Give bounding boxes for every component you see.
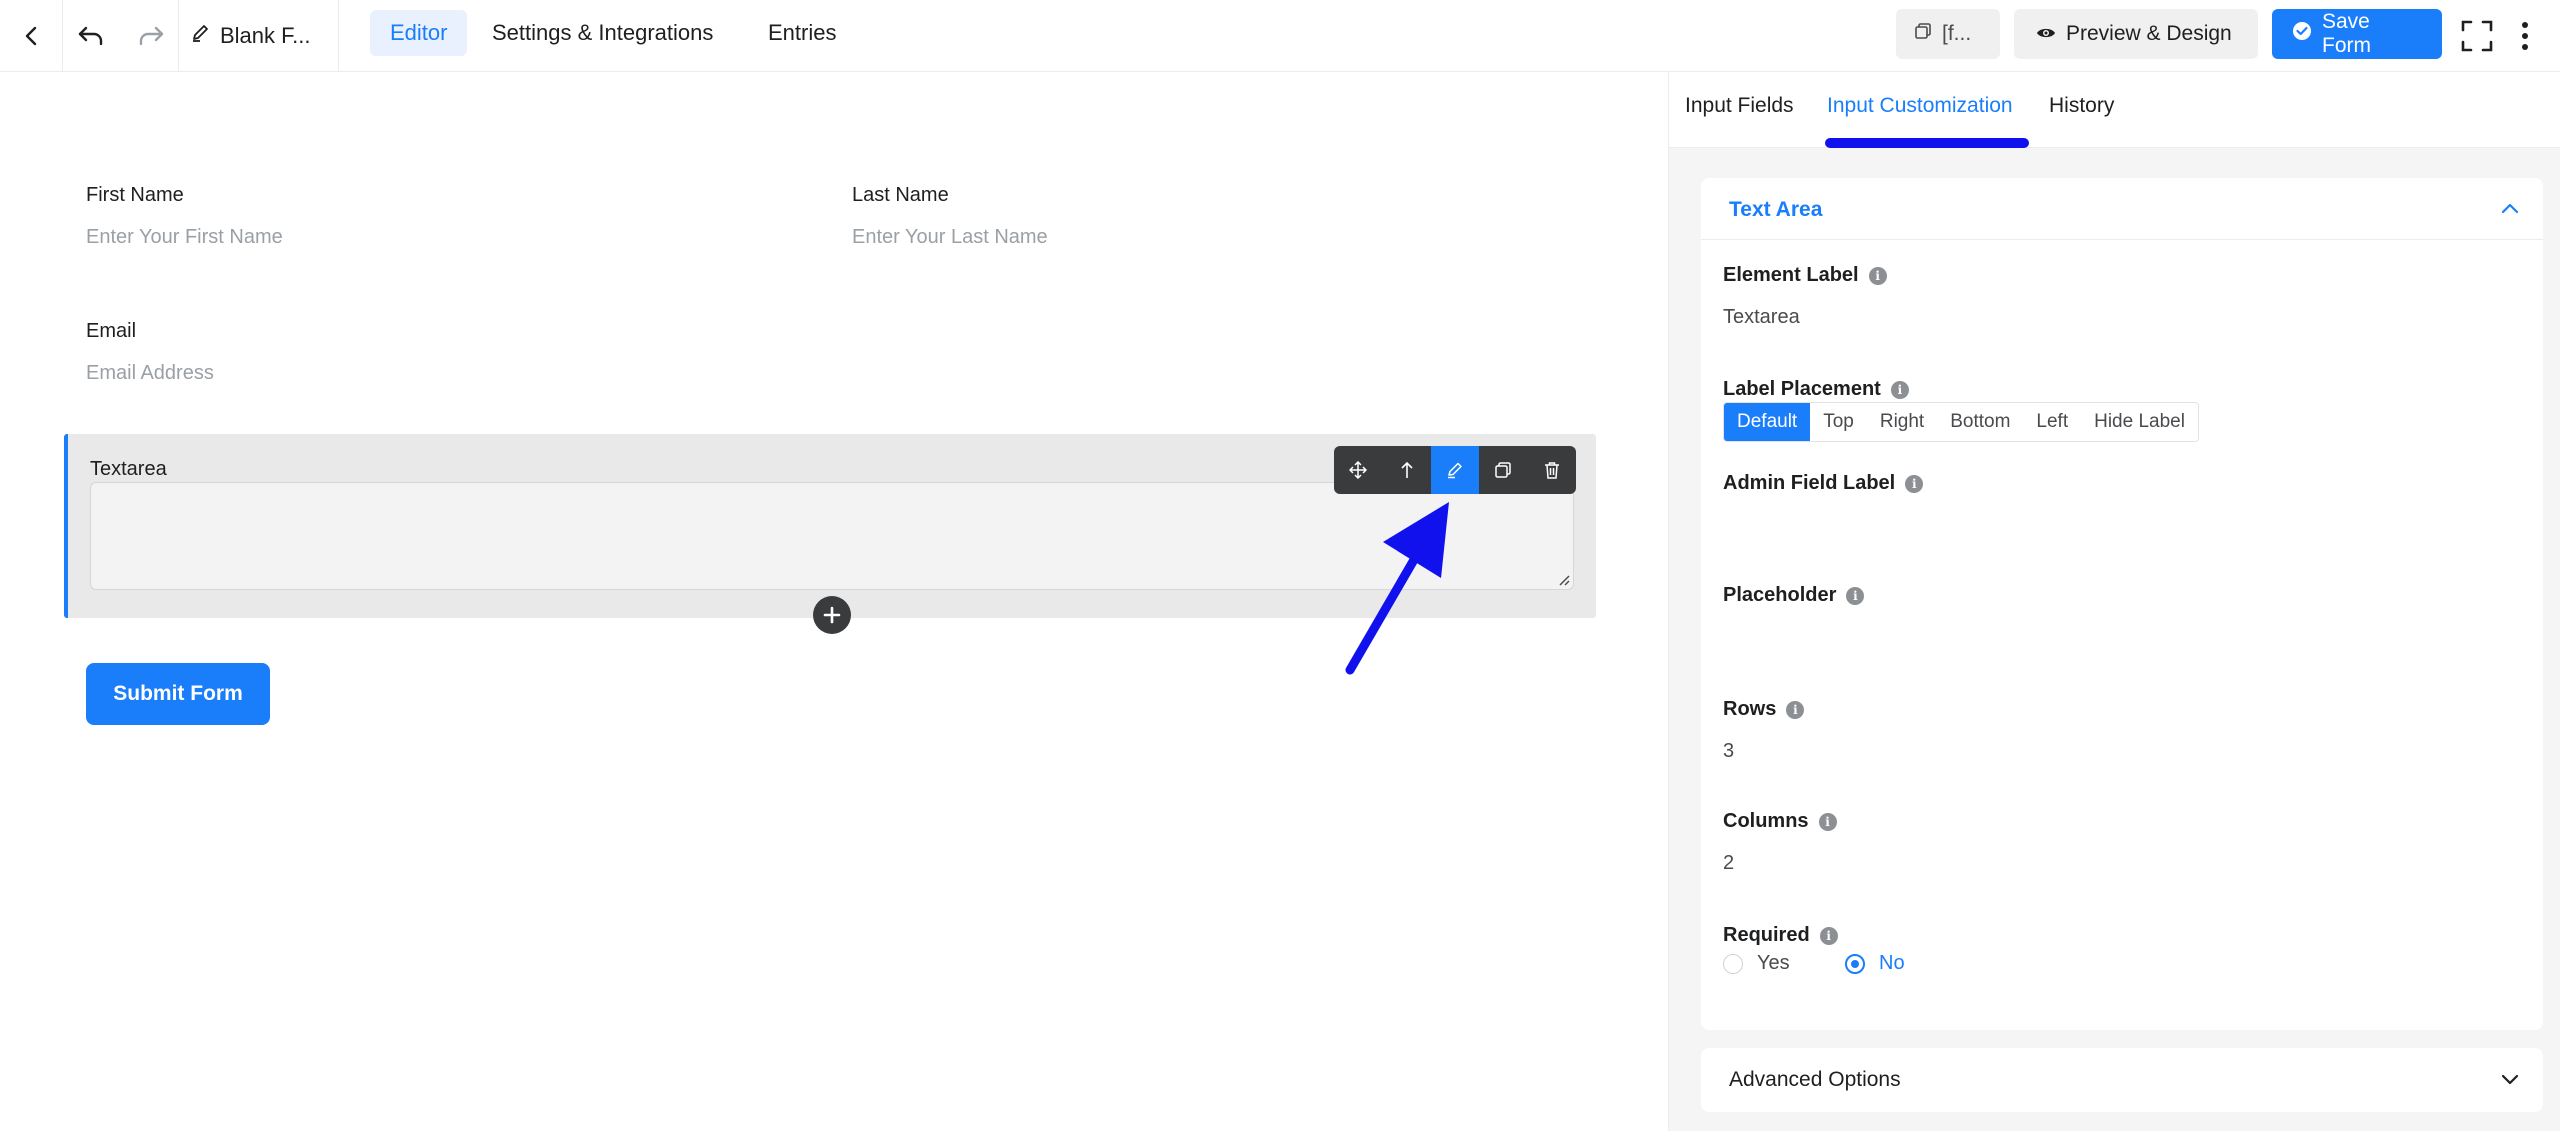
first-name-input[interactable]: Enter Your First Name	[86, 226, 283, 249]
required-no-radio[interactable]: No	[1845, 952, 1905, 975]
admin-field-label-input[interactable]	[1723, 512, 2513, 542]
copy-icon	[1914, 22, 1932, 46]
plus-icon	[823, 606, 841, 624]
duplicate-icon[interactable]	[1479, 446, 1527, 494]
radio-unchecked-icon	[1723, 953, 1743, 974]
tab-history[interactable]: History	[2049, 94, 2114, 118]
top-bar: Blank F... Editor Settings & Integration…	[0, 0, 2560, 72]
tab-input-fields[interactable]: Input Fields	[1685, 94, 1794, 118]
add-field-button[interactable]	[813, 596, 851, 634]
rows-heading: Rows i	[1723, 698, 1805, 721]
placement-hide-label[interactable]: Hide Label	[2081, 403, 2198, 441]
placeholder-heading: Placeholder i	[1723, 584, 1865, 607]
placement-top[interactable]: Top	[1810, 403, 1867, 441]
text-area-settings-card: Text Area Element Label i Textarea Label…	[1701, 178, 2543, 1030]
advanced-options-section[interactable]: Advanced Options	[1701, 1048, 2543, 1112]
divider	[62, 0, 63, 72]
annotation-arrow	[1345, 502, 1449, 675]
tab-settings-integrations[interactable]: Settings & Integrations	[472, 10, 733, 56]
more-vertical-icon[interactable]	[2510, 0, 2540, 72]
shortcode-label: [f...	[1942, 22, 1972, 45]
label-placement-segmented: Default Top Right Bottom Left Hide Label	[1723, 402, 2199, 442]
required-yes-radio[interactable]: Yes	[1723, 952, 1790, 975]
admin-field-label-text: Admin Field Label	[1723, 472, 1896, 494]
active-tab-underline	[1825, 138, 2029, 148]
columns-input[interactable]: 2	[1723, 852, 1734, 875]
divider	[178, 0, 179, 72]
placement-right[interactable]: Right	[1866, 403, 1938, 441]
placeholder-input[interactable]	[1723, 624, 2513, 654]
undo-icon[interactable]	[66, 0, 116, 72]
chevron-down-icon[interactable]	[2501, 1074, 2519, 1086]
admin-field-label-heading: Admin Field Label i	[1723, 472, 1924, 495]
placement-default[interactable]: Default	[1724, 403, 1811, 441]
edit-pencil-icon[interactable]	[1430, 446, 1480, 494]
info-icon: i	[1786, 700, 1805, 719]
radio-checked-icon	[1845, 953, 1865, 974]
check-circle-icon	[2292, 21, 2312, 47]
preview-design-label: Preview & Design	[2066, 22, 2232, 45]
info-icon: i	[1818, 812, 1837, 831]
placement-left[interactable]: Left	[2023, 403, 2082, 441]
required-text: Required	[1723, 924, 1810, 946]
shortcode-button[interactable]: [f...	[1896, 9, 2000, 59]
textarea-label: Textarea	[90, 458, 167, 480]
element-label-text: Element Label	[1723, 264, 1859, 286]
rows-text: Rows	[1723, 698, 1777, 720]
placeholder-text: Placeholder	[1723, 584, 1837, 606]
label-placement-heading: Label Placement i	[1723, 378, 1909, 401]
settings-panel: Input Fields Input Customization History…	[1668, 72, 2560, 1131]
form-title[interactable]: Blank F...	[190, 0, 310, 72]
element-label-input[interactable]: Textarea	[1723, 306, 1800, 329]
label-placement-text: Label Placement	[1723, 378, 1881, 400]
arrow-up-icon[interactable]	[1382, 446, 1430, 494]
divider	[338, 0, 339, 72]
pencil-icon	[190, 23, 210, 49]
form-title-text: Blank F...	[220, 23, 311, 48]
element-label-heading: Element Label i	[1723, 264, 1887, 287]
email-label: Email	[86, 320, 137, 342]
info-icon: i	[1890, 380, 1909, 399]
move-icon[interactable]	[1334, 446, 1382, 494]
back-chevron-icon[interactable]	[8, 0, 56, 72]
info-icon: i	[1905, 474, 1924, 493]
required-heading: Required i	[1723, 924, 1838, 947]
eye-icon	[2036, 22, 2056, 46]
section-title: Text Area	[1729, 198, 1823, 221]
field-toolbar	[1334, 446, 1576, 494]
first-name-label: First Name	[86, 184, 184, 206]
preview-design-button[interactable]: Preview & Design	[2014, 9, 2258, 59]
info-icon: i	[1846, 586, 1865, 605]
tab-editor[interactable]: Editor	[370, 10, 468, 56]
trash-icon[interactable]	[1528, 446, 1576, 494]
required-yes-label: Yes	[1757, 952, 1790, 974]
info-icon: i	[1868, 266, 1887, 285]
columns-heading: Columns i	[1723, 810, 1837, 833]
resize-handle-icon[interactable]	[1557, 573, 1571, 587]
last-name-input[interactable]: Enter Your Last Name	[852, 226, 1048, 249]
tab-entries[interactable]: Entries	[748, 10, 856, 56]
email-input[interactable]: Email Address	[86, 362, 214, 385]
required-no-label: No	[1879, 952, 1905, 974]
info-icon: i	[1819, 926, 1838, 945]
save-form-label: Save Form	[2322, 10, 2371, 57]
tab-input-customization[interactable]: Input Customization	[1827, 94, 2013, 118]
submit-form-button[interactable]: Submit Form	[86, 663, 270, 725]
advanced-options-title: Advanced Options	[1729, 1068, 1901, 1091]
chevron-up-icon[interactable]	[2501, 202, 2519, 214]
save-form-button[interactable]: Save Form	[2272, 9, 2442, 59]
columns-text: Columns	[1723, 810, 1809, 832]
fullscreen-icon[interactable]	[2454, 0, 2500, 72]
placement-bottom[interactable]: Bottom	[1937, 403, 2024, 441]
panel-tabs: Input Fields Input Customization History	[1669, 72, 2560, 148]
last-name-label: Last Name	[852, 184, 949, 206]
rows-input[interactable]: 3	[1723, 740, 1734, 763]
section-header[interactable]: Text Area	[1701, 178, 2543, 240]
redo-icon[interactable]	[126, 0, 176, 72]
